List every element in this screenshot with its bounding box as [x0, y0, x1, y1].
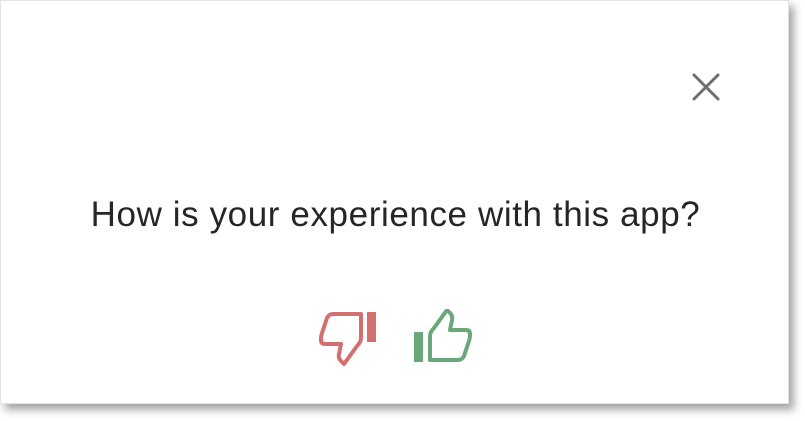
- feedback-question: How is your experience with this app?: [90, 195, 701, 234]
- thumbs-up-button[interactable]: [408, 307, 474, 369]
- thumbs-down-button[interactable]: [317, 307, 383, 369]
- close-button[interactable]: [684, 67, 728, 107]
- thumbs-up-icon: [414, 309, 472, 362]
- thumbs-down-icon: [319, 312, 376, 366]
- close-icon: [692, 73, 720, 101]
- feedback-dialog: How is your experience with this app?: [0, 0, 789, 404]
